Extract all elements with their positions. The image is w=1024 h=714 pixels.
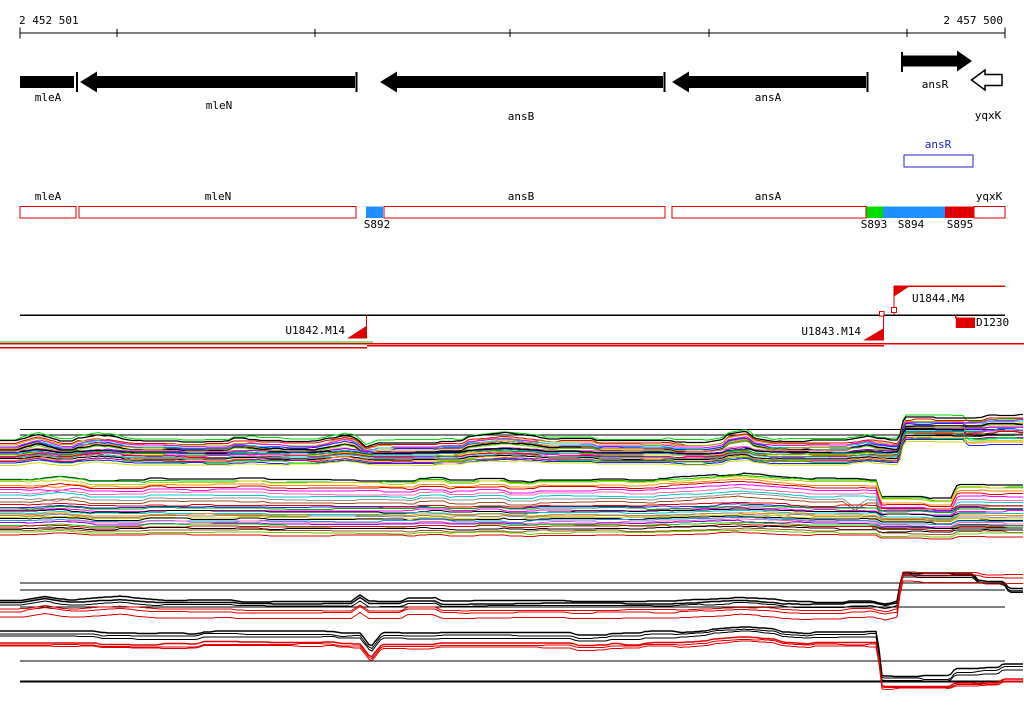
expression-band-lower-line xyxy=(872,527,1022,530)
segment-box-ansB[interactable] xyxy=(383,205,666,219)
shift-label-U1842: U1842.M14 xyxy=(285,324,345,337)
gene-arrow-mleA[interactable] xyxy=(20,76,74,88)
segment-label-S893: S893 xyxy=(860,218,888,231)
gene-label-mleN: mleN xyxy=(205,99,233,112)
shift-step-marker-2[interactable] xyxy=(891,307,897,313)
segment-gene-label-ansB: ansB xyxy=(507,190,535,203)
segment-S893[interactable] xyxy=(866,206,884,219)
shift-label-D1230: D1230 xyxy=(976,316,1010,329)
ruler-end-coordinate: 2 457 500 xyxy=(943,14,1003,27)
shift-label-U1843: U1843.M14 xyxy=(801,325,861,338)
browser-canvas[interactable] xyxy=(0,0,1024,714)
ruler-start-coordinate: 2 452 501 xyxy=(19,14,79,27)
probe-group-lower-line xyxy=(0,626,1023,678)
segment-label-S892: S892 xyxy=(363,218,391,231)
u1843-flag[interactable] xyxy=(863,328,884,341)
shift-step-marker-1[interactable] xyxy=(879,311,885,317)
segment-box-yqxK[interactable] xyxy=(973,205,1006,219)
gene-arrow-ansR[interactable] xyxy=(903,50,972,72)
gene-arrow-mleN[interactable] xyxy=(80,71,355,93)
gene-label-ansB: ansB xyxy=(507,110,535,123)
gene-arrow-ansA-endbar xyxy=(866,72,869,92)
segment-S892[interactable] xyxy=(366,206,383,219)
gene-label-ansR: ansR xyxy=(921,78,949,91)
segment-S895[interactable] xyxy=(945,206,974,219)
segment-gene-label-mleN: mleN xyxy=(204,190,232,203)
gene-label-mleA: mleA xyxy=(34,91,62,104)
u1842-flag[interactable] xyxy=(347,325,367,339)
ansr-box-label: ansR xyxy=(924,138,952,151)
gene-arrow-ansB[interactable] xyxy=(380,71,663,93)
u1844-flag[interactable] xyxy=(894,287,909,297)
shift-label-U1844: U1844.M4 xyxy=(912,292,965,305)
segment-gene-label-yqxK: yqxK xyxy=(975,190,1003,203)
genome-browser-view: 2 452 501 2 457 500 mleA mleN ansB ansA ansR… xyxy=(0,0,1024,714)
probe-group-lower-line xyxy=(0,630,1023,682)
gene-label-yqxK: yqxK xyxy=(974,109,1002,122)
probe-group-upper-line xyxy=(0,572,1023,605)
segment-gene-label-ansA: ansA xyxy=(754,190,782,203)
gene-arrow-mleN-endbar xyxy=(355,72,358,92)
segment-box-ansA[interactable] xyxy=(671,205,867,219)
gene-label-ansA: ansA xyxy=(754,91,782,104)
segment-box-mleA[interactable] xyxy=(19,205,77,219)
gene-arrow-yqxK[interactable] xyxy=(970,68,1003,92)
gene-arrow-mleA-endbar xyxy=(76,72,78,92)
segment-label-S894: S894 xyxy=(897,218,925,231)
ansR-regulator-box[interactable] xyxy=(903,154,974,168)
gene-arrow-ansR-endbar xyxy=(901,52,903,72)
d1230-box[interactable] xyxy=(955,317,975,329)
gene-arrow-ansA[interactable] xyxy=(672,71,866,93)
segment-box-mleN[interactable] xyxy=(78,205,357,219)
segment-S894[interactable] xyxy=(883,206,945,219)
segment-gene-label-mleA: mleA xyxy=(34,190,62,203)
gene-arrow-ansB-endbar xyxy=(663,72,666,92)
segment-label-S895: S895 xyxy=(946,218,974,231)
